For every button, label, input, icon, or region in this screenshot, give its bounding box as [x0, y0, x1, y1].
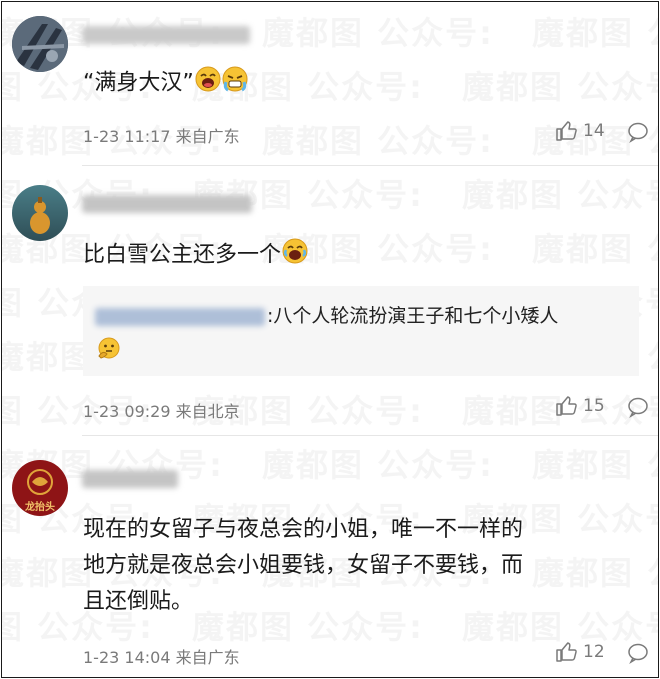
avatar-text: 龙抬头: [25, 502, 55, 513]
comment-list: 魔都图 公众号: 魔都图 公众号: 魔都图 公众号: 魔都图 公众号: 魔都图 …: [1, 1, 659, 678]
like-button[interactable]: 15: [555, 395, 605, 417]
like-count: 14: [583, 121, 605, 141]
sweating-emoji: [222, 66, 248, 101]
reply-icon[interactable]: [627, 396, 649, 418]
username-blurred[interactable]: [82, 26, 250, 44]
like-count: 15: [583, 396, 605, 416]
avatar[interactable]: [12, 16, 68, 72]
like-count: 12: [583, 642, 605, 662]
reply-icon[interactable]: [627, 642, 649, 664]
thumbs-up-icon: [556, 121, 577, 141]
comment-meta: 1-23 09:29 来自北京: [83, 402, 240, 421]
avatar[interactable]: [12, 185, 68, 241]
like-button[interactable]: 12: [555, 641, 605, 663]
comment-text-content: 比白雪公主还多一个: [83, 242, 282, 268]
username-blurred[interactable]: [82, 470, 178, 488]
reply-icon[interactable]: [627, 121, 649, 143]
thumbs-up-icon: [556, 396, 577, 416]
comment-text-line: 地方就是夜总会小姐要钱，女留子不要钱，而: [83, 553, 524, 578]
quoted-username-blurred[interactable]: [95, 308, 265, 326]
comment-text: “满身大汉”: [83, 66, 248, 101]
like-button[interactable]: 14: [555, 120, 605, 142]
laughing-crying-emoji: [282, 238, 308, 273]
comment-text-line: 且还倒贴。: [83, 589, 194, 614]
avatar[interactable]: 龙抬头: [12, 460, 68, 516]
comment-meta: 1-23 11:17 来自广东: [83, 127, 240, 146]
quoted-text: :八个人轮流扮演王子和七个小矮人: [267, 305, 559, 327]
thumbs-up-icon: [556, 642, 577, 662]
comment-item: 龙抬头 现在的女留子与夜总会的小姐，唯一不一样的 地方就是夜总会小姐要钱，女留子…: [2, 436, 658, 677]
avatar-image: [12, 16, 68, 72]
avatar-image: [12, 185, 68, 241]
comment-text: 现在的女留子与夜总会的小姐，唯一不一样的 地方就是夜总会小姐要钱，女留子不要钱，…: [83, 512, 523, 620]
thinking-emoji: [97, 336, 121, 364]
username-blurred[interactable]: [82, 195, 252, 213]
quoted-reply[interactable]: :八个人轮流扮演王子和七个小矮人: [83, 286, 639, 376]
comment-text: 比白雪公主还多一个: [83, 238, 308, 273]
comment-text-line: 现在的女留子与夜总会的小姐，唯一不一样的: [83, 517, 524, 542]
comment-item: “满身大汉” 1-23 11:17 来自广东 14: [2, 2, 658, 165]
laughing-crying-emoji: [195, 66, 221, 101]
comment-item: 比白雪公主还多一个 :八个人轮流扮演王子和七个小矮人 1-23 09:29 来自…: [2, 166, 658, 435]
comment-text-content: “满身大汉”: [83, 70, 194, 96]
comment-meta: 1-23 14:04 来自广东: [83, 648, 240, 667]
